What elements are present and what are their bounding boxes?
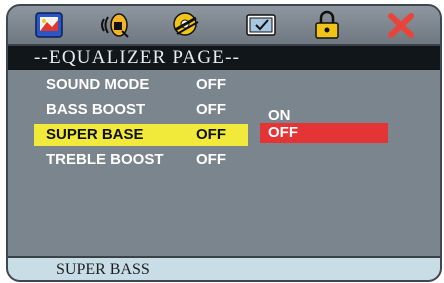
menu-item-label: SUPER BASE	[46, 126, 144, 143]
menu-item-value: OFF	[196, 76, 226, 93]
menu-item-label: TREBLE BOOST	[46, 151, 164, 168]
menu-item-value: OFF	[196, 151, 226, 168]
menu-item-label: SOUND MODE	[46, 76, 150, 93]
page-title: --EQUALIZER PAGE--	[8, 46, 440, 70]
option-off[interactable]: OFF	[260, 123, 388, 143]
password-lock-icon[interactable]	[310, 10, 344, 40]
menu-item-treble-boost[interactable]: TREBLE BOOST OFF	[8, 149, 440, 171]
menu-item-sound-mode[interactable]: SOUND MODE OFF	[8, 74, 440, 96]
status-bar: SUPER BASS	[8, 256, 440, 280]
audio-setup-icon[interactable]	[98, 10, 132, 40]
preferences-icon[interactable]	[244, 10, 278, 40]
osd-window: --EQUALIZER PAGE-- SOUND MODE OFF BASS B…	[6, 4, 442, 282]
menu-item-value: OFF	[196, 126, 226, 143]
video-setup-icon[interactable]	[168, 10, 202, 40]
general-setup-icon[interactable]	[32, 10, 66, 40]
menu-item-label: BASS BOOST	[46, 101, 146, 118]
setup-icon-bar	[8, 6, 440, 46]
menu-item-bass-boost[interactable]: BASS BOOST OFF	[8, 99, 440, 121]
exit-icon[interactable]	[384, 10, 418, 40]
menu-item-value: OFF	[196, 101, 226, 118]
